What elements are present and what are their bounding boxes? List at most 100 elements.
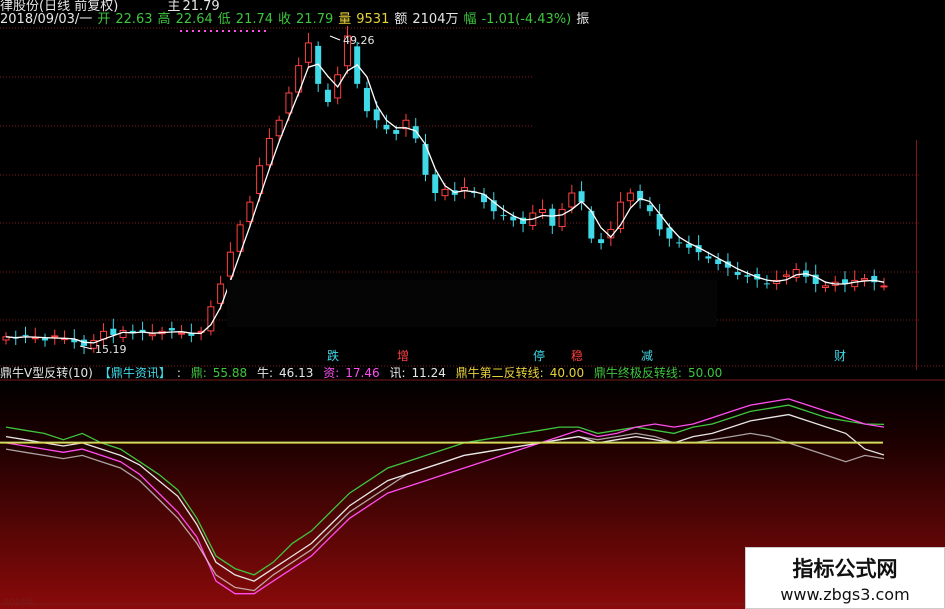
candle — [226, 242, 234, 285]
candle-body — [265, 137, 273, 166]
candle — [236, 220, 244, 256]
candle — [158, 326, 166, 341]
event-marker-jian[interactable]: 减 — [641, 349, 653, 363]
candle — [432, 169, 439, 202]
candle-body — [734, 271, 741, 275]
candle — [42, 333, 49, 347]
quote-date: 2018/09/03/一 — [0, 12, 93, 27]
candle-body — [549, 208, 556, 226]
candle-body — [578, 191, 585, 203]
niu-label: 牛: — [256, 366, 274, 380]
candle — [637, 184, 644, 209]
candle — [295, 57, 303, 97]
candle-body — [363, 87, 370, 112]
close-value: 21.79 — [296, 12, 334, 27]
xun-value: 11.24 — [411, 366, 446, 380]
candle — [217, 275, 225, 310]
candle — [363, 81, 370, 118]
candle-body — [51, 335, 59, 338]
candle — [110, 318, 117, 344]
candle — [763, 275, 770, 289]
event-marker-wen[interactable]: 稳 — [571, 348, 583, 363]
candle-body — [441, 188, 449, 197]
xun-label: 讯: — [389, 366, 406, 380]
watermark-title: 指标公式网 — [792, 557, 898, 581]
event-marker-zeng[interactable]: 增 — [397, 349, 409, 363]
candle — [129, 324, 136, 340]
open-value: 22.63 — [115, 12, 153, 27]
site-watermark: 指标公式网 www.zbgs3.com — [745, 547, 945, 609]
low-mark-label: 15.19 — [95, 343, 127, 356]
final-reversal-value: 50.00 — [687, 366, 723, 380]
candle-body — [188, 333, 195, 336]
zi-label: 资: — [323, 366, 340, 380]
candle — [773, 270, 781, 290]
bottom-axis-label: 2018年 — [3, 596, 35, 608]
candle-body — [880, 285, 888, 288]
candle-body — [763, 283, 770, 285]
candle — [461, 177, 469, 199]
candle — [802, 262, 809, 284]
candle — [119, 325, 127, 343]
candle-body — [178, 332, 186, 335]
price-scale — [916, 140, 945, 370]
high-value: 22.64 — [175, 12, 213, 27]
candle — [51, 329, 59, 345]
candle — [851, 270, 859, 292]
candle-body — [539, 208, 547, 214]
zi-value: 17.46 — [345, 366, 380, 380]
open-label: 开 — [97, 12, 111, 27]
candle-body — [22, 334, 29, 336]
second-reversal-label: 鼎牛第二反转线: — [455, 366, 544, 380]
candle — [880, 277, 888, 291]
candle-body — [860, 278, 868, 281]
candle-body — [275, 119, 283, 137]
volume-value: 9531 — [356, 12, 390, 27]
candle-body — [705, 256, 712, 259]
candle — [324, 83, 331, 107]
high-mark-label: 49.26 — [343, 34, 375, 47]
candle-body — [393, 130, 400, 134]
ding-label: 鼎: — [190, 366, 207, 380]
candle-body — [598, 239, 605, 244]
candle-body — [744, 275, 751, 277]
candle-body — [500, 215, 507, 217]
close-label: 收 — [278, 12, 292, 27]
amount-label: 额 — [394, 12, 408, 27]
candle — [481, 188, 488, 209]
candle-body — [558, 208, 566, 228]
event-marker-die[interactable]: 跌 — [327, 348, 339, 363]
amount-value: 2104万 — [412, 12, 459, 27]
quote-header: 律股份(日线 前复权) 主 21.79 2018/09/03/一开 22.63 高 22… — [0, 0, 945, 27]
redacted-region-middle — [227, 280, 717, 327]
candle — [31, 327, 39, 344]
candle-body — [168, 328, 175, 331]
candle-body — [676, 242, 683, 244]
candle-body — [646, 205, 653, 212]
candle — [734, 261, 741, 280]
niu-value: 46.13 — [279, 366, 314, 380]
candle-body — [110, 328, 117, 335]
candle-body — [821, 285, 829, 288]
event-marker-cai[interactable]: 财 — [834, 349, 846, 363]
watermark-url: www.zbgs3.com — [780, 585, 910, 604]
legend-separator: : — [176, 366, 181, 380]
candle — [578, 181, 585, 211]
ding-value: 55.88 — [212, 366, 248, 380]
candle — [256, 157, 264, 202]
candle — [81, 335, 88, 355]
candle-body — [285, 92, 293, 114]
candle-body — [412, 126, 419, 139]
candle-body — [226, 251, 234, 277]
amplitude-label: 振 — [576, 12, 590, 27]
indicator-info-link[interactable]: 【鼎牛资讯】 — [99, 366, 171, 380]
high-annotation: 49.26 — [329, 34, 375, 47]
candle-body — [119, 329, 127, 338]
indicator-name[interactable]: 鼎牛V型反转(10) — [0, 366, 93, 380]
candle — [402, 113, 410, 137]
change-value: -1.01(-4.43%) — [481, 12, 572, 27]
candle-body — [324, 89, 331, 103]
candle-body — [782, 274, 790, 277]
event-marker-ting[interactable]: 停 — [533, 348, 545, 363]
candle — [626, 188, 634, 208]
